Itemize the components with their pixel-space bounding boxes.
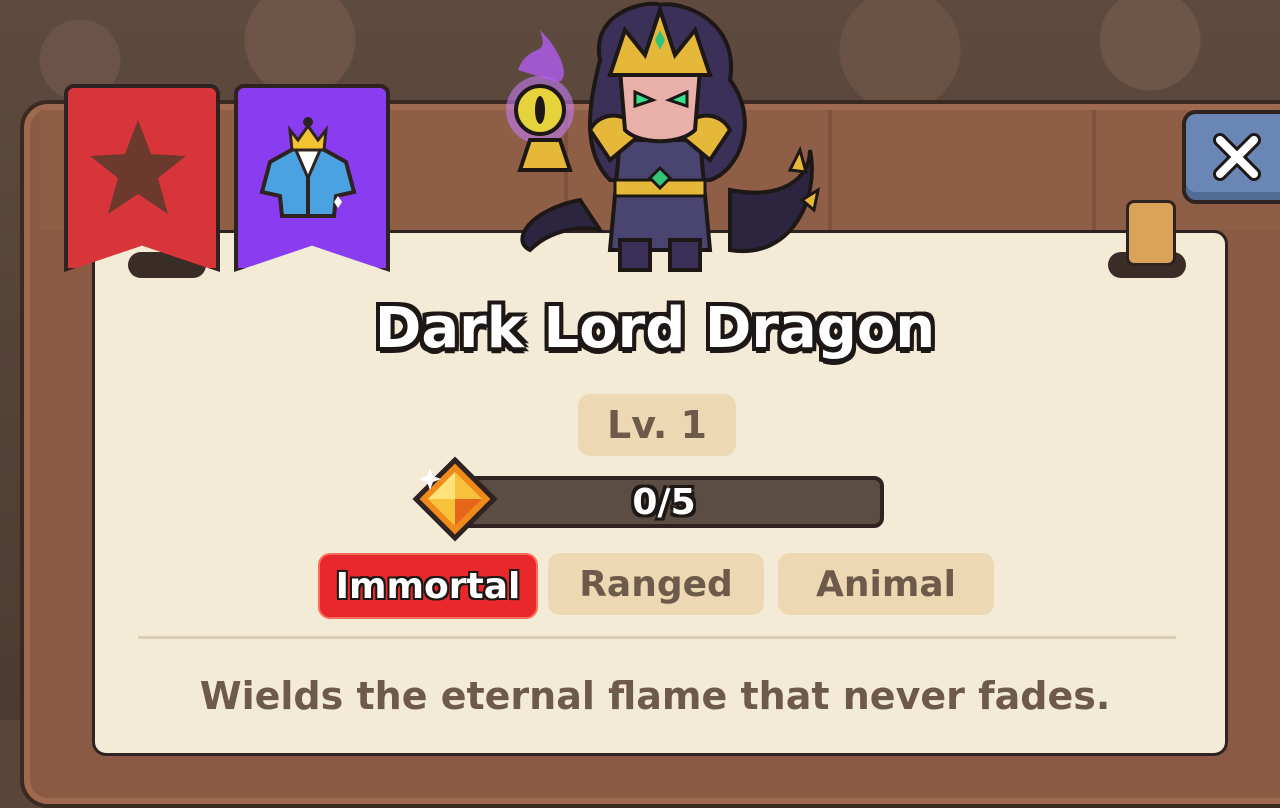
close-icon (1213, 133, 1261, 181)
unit-name: Dark Lord Dragon (374, 296, 936, 361)
costume-icon (259, 117, 357, 218)
shard-progress-text: 0/5 (632, 481, 696, 523)
unit-description: Wields the eternal flame that never fade… (199, 674, 1111, 718)
tag-animal: Animal (778, 553, 994, 615)
gem-icon (412, 456, 498, 542)
divider (138, 636, 1176, 639)
tag-ranged: Ranged (548, 553, 764, 615)
close-button[interactable] (1182, 110, 1280, 204)
tag-immortal: Immortal (318, 553, 538, 619)
paper-clip (1126, 200, 1176, 266)
level-badge: Lv. 1 (578, 394, 736, 456)
unit-portrait (506, 1, 821, 272)
